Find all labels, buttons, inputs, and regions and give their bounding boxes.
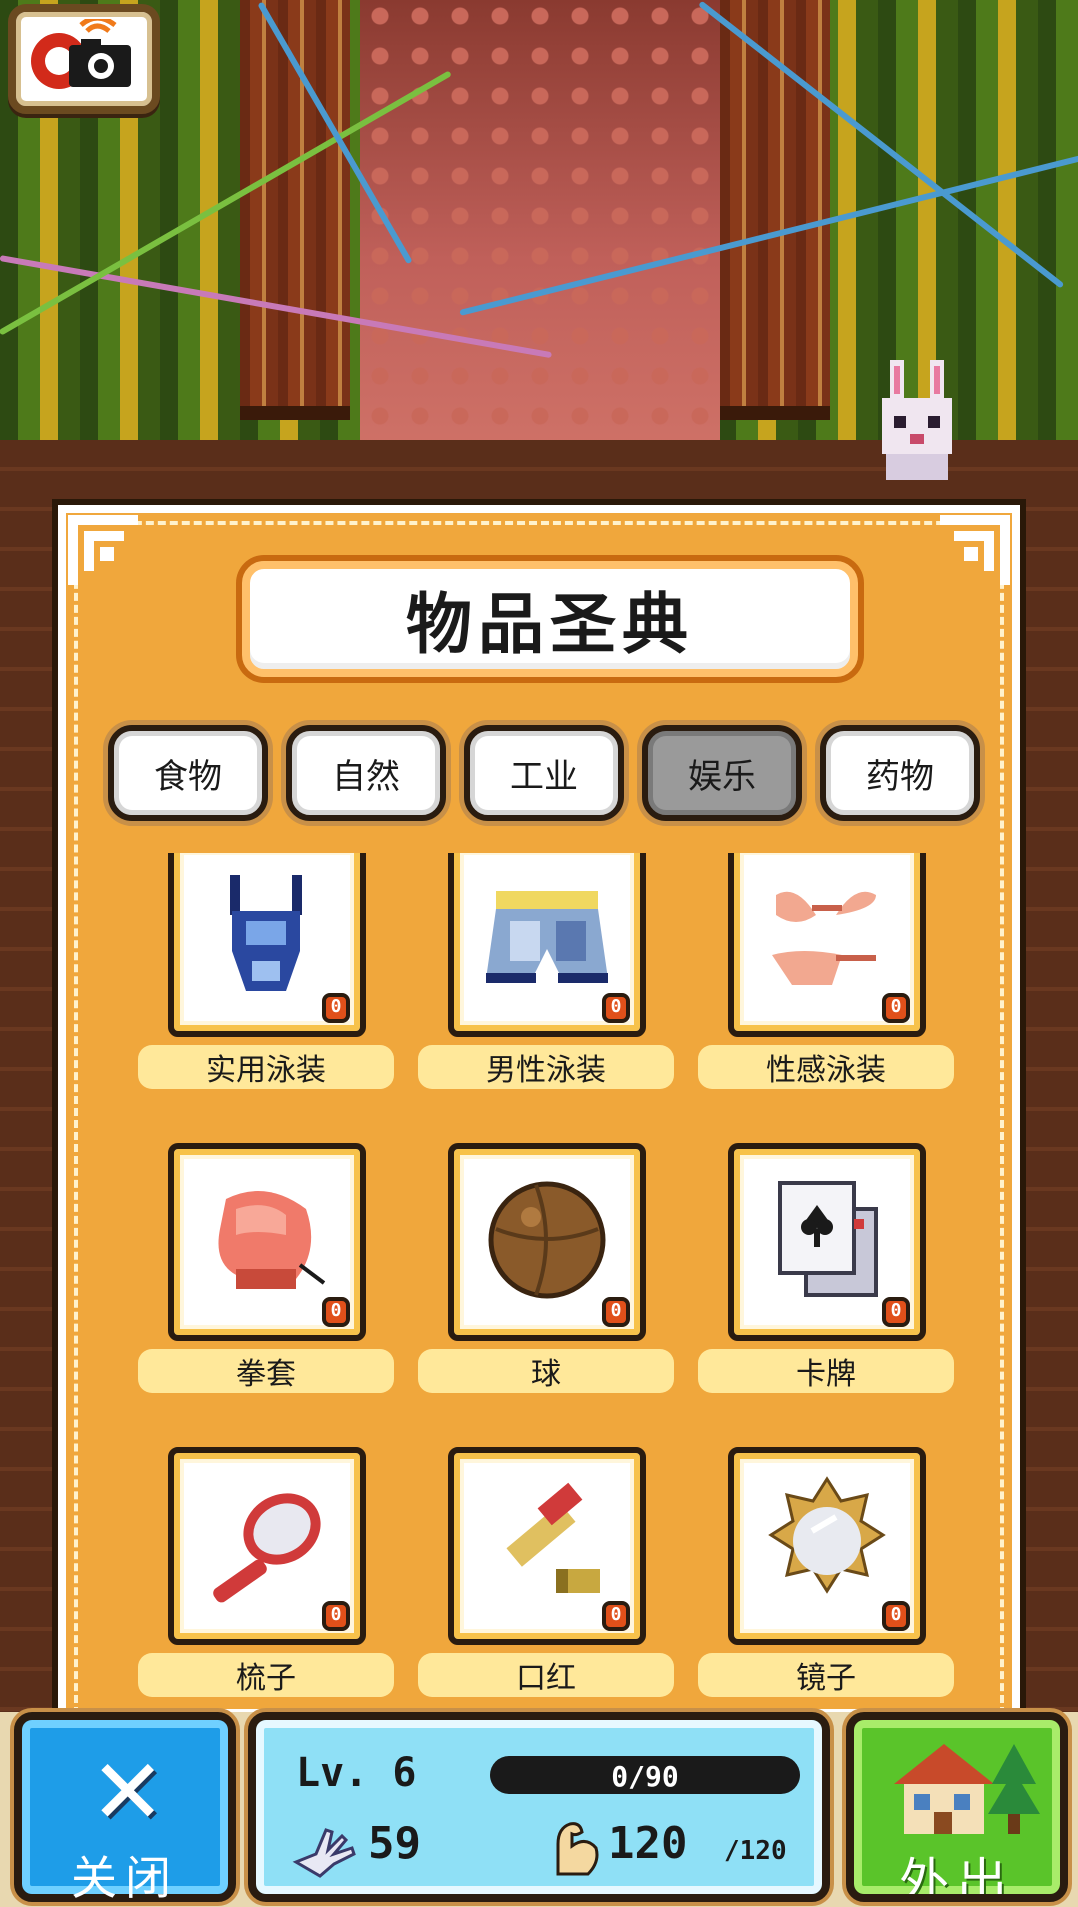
item-label: 卡牌 [698, 1349, 954, 1393]
item-card[interactable]: 0 卡牌 [698, 1143, 958, 1393]
close-x-icon: ✕ [90, 1740, 166, 1845]
item-frame: 0 [168, 853, 366, 1037]
item-frame: 0 [728, 1143, 926, 1341]
item-card[interactable]: 0 镜子 [698, 1447, 958, 1697]
tab-label: 药物 [866, 756, 934, 797]
item-frame: 0 [448, 1447, 646, 1645]
item-frame: 0 [448, 853, 646, 1037]
item-label: 梳子 [138, 1653, 394, 1697]
level-label: Lv. 6 [296, 1750, 417, 1796]
count-badge: 0 [322, 1297, 350, 1327]
item-frame: 0 [728, 853, 926, 1037]
item-card[interactable]: 0 拳套 [138, 1143, 398, 1393]
bottom-bar: ✕ 关闭 Lv. 6 0/90 59 120 /120 外出 [0, 1712, 1078, 1907]
item-frame: 0 [448, 1143, 646, 1341]
tab-industry[interactable]: 工业 [464, 725, 624, 821]
go-out-label: 外出 [899, 1853, 1015, 1902]
tab-food[interactable]: 食物 [108, 725, 268, 821]
panel-title-box: 物品圣典 [242, 561, 858, 677]
close-label: 关闭 [71, 1851, 179, 1905]
strength-arm-icon [556, 1822, 599, 1876]
item-label: 球 [418, 1349, 674, 1393]
ball-icon [488, 1181, 606, 1299]
corner-ornament-icon [940, 515, 1010, 585]
count-badge: 0 [602, 993, 630, 1023]
lipstick-icon [506, 1482, 600, 1593]
count-badge: 0 [882, 993, 910, 1023]
camera-button[interactable] [8, 4, 160, 114]
camera-icon [31, 19, 131, 89]
item-card[interactable]: 0 梳子 [138, 1447, 398, 1697]
hand-value: 59 [368, 1818, 421, 1869]
count-badge: 0 [882, 1601, 910, 1631]
item-label: 实用泳装 [138, 1045, 394, 1089]
bunny-character-icon [882, 360, 952, 480]
strength-max: /120 [724, 1836, 787, 1866]
item-card[interactable]: 0 实用泳装 [138, 853, 398, 1089]
tab-nature[interactable]: 自然 [286, 725, 446, 821]
item-card[interactable]: 0 口红 [418, 1447, 678, 1697]
item-label: 口红 [418, 1653, 674, 1697]
item-label: 性感泳装 [698, 1045, 954, 1089]
strength-value: 120 [608, 1818, 688, 1869]
item-grid[interactable]: 0 实用泳装 0 男性泳装 0 性感泳装 0 拳套 0 球 0 卡牌 0 梳子 … [106, 853, 986, 1713]
item-label: 男性泳装 [418, 1045, 674, 1089]
hand-icon [292, 1828, 356, 1878]
item-card[interactable]: 0 性感泳装 [698, 853, 958, 1089]
count-badge: 0 [602, 1297, 630, 1327]
count-badge: 0 [322, 993, 350, 1023]
hairbrush-icon [213, 1493, 321, 1603]
playing-cards-icon [778, 1181, 878, 1297]
mirror-icon [768, 1476, 886, 1594]
bikini-icon [772, 891, 876, 985]
town-house-icon [894, 1744, 1040, 1834]
xp-text-wrap: 0/90 [490, 1756, 800, 1796]
tab-medicine[interactable]: 药物 [820, 725, 980, 821]
go-out-button[interactable]: 外出 [846, 1712, 1068, 1902]
count-badge: 0 [602, 1601, 630, 1631]
tab-label: 工业 [510, 756, 578, 797]
tab-entertainment[interactable]: 娱乐 [642, 725, 802, 821]
close-button[interactable]: ✕ 关闭 [14, 1712, 236, 1905]
page-title: 物品圣典 [406, 586, 694, 663]
tab-label: 食物 [154, 756, 222, 797]
tab-label: 娱乐 [688, 756, 756, 797]
item-card[interactable]: 0 球 [418, 1143, 678, 1393]
category-tabs: 食物 自然 工业 娱乐 药物 [108, 725, 988, 821]
swim-trunks-icon [486, 891, 608, 983]
count-badge: 0 [322, 1601, 350, 1631]
item-frame: 0 [168, 1143, 366, 1341]
boxing-glove-icon [218, 1191, 326, 1289]
item-label: 拳套 [138, 1349, 394, 1393]
player-stats: Lv. 6 0/90 59 120 /120 [248, 1712, 830, 1902]
swimsuit-icon [230, 875, 302, 991]
item-frame: 0 [168, 1447, 366, 1645]
item-encyclopedia-panel: 物品圣典 食物 自然 工业 娱乐 药物 0 实用泳装 0 男性泳装 0 性感泳装… [58, 505, 1020, 1739]
count-badge: 0 [882, 1297, 910, 1327]
item-label: 镜子 [698, 1653, 954, 1697]
xp-text: 0/90 [611, 1760, 679, 1793]
item-frame: 0 [728, 1447, 926, 1645]
item-card[interactable]: 0 男性泳装 [418, 853, 678, 1089]
corner-ornament-icon [68, 515, 138, 585]
tab-label: 自然 [332, 756, 400, 797]
